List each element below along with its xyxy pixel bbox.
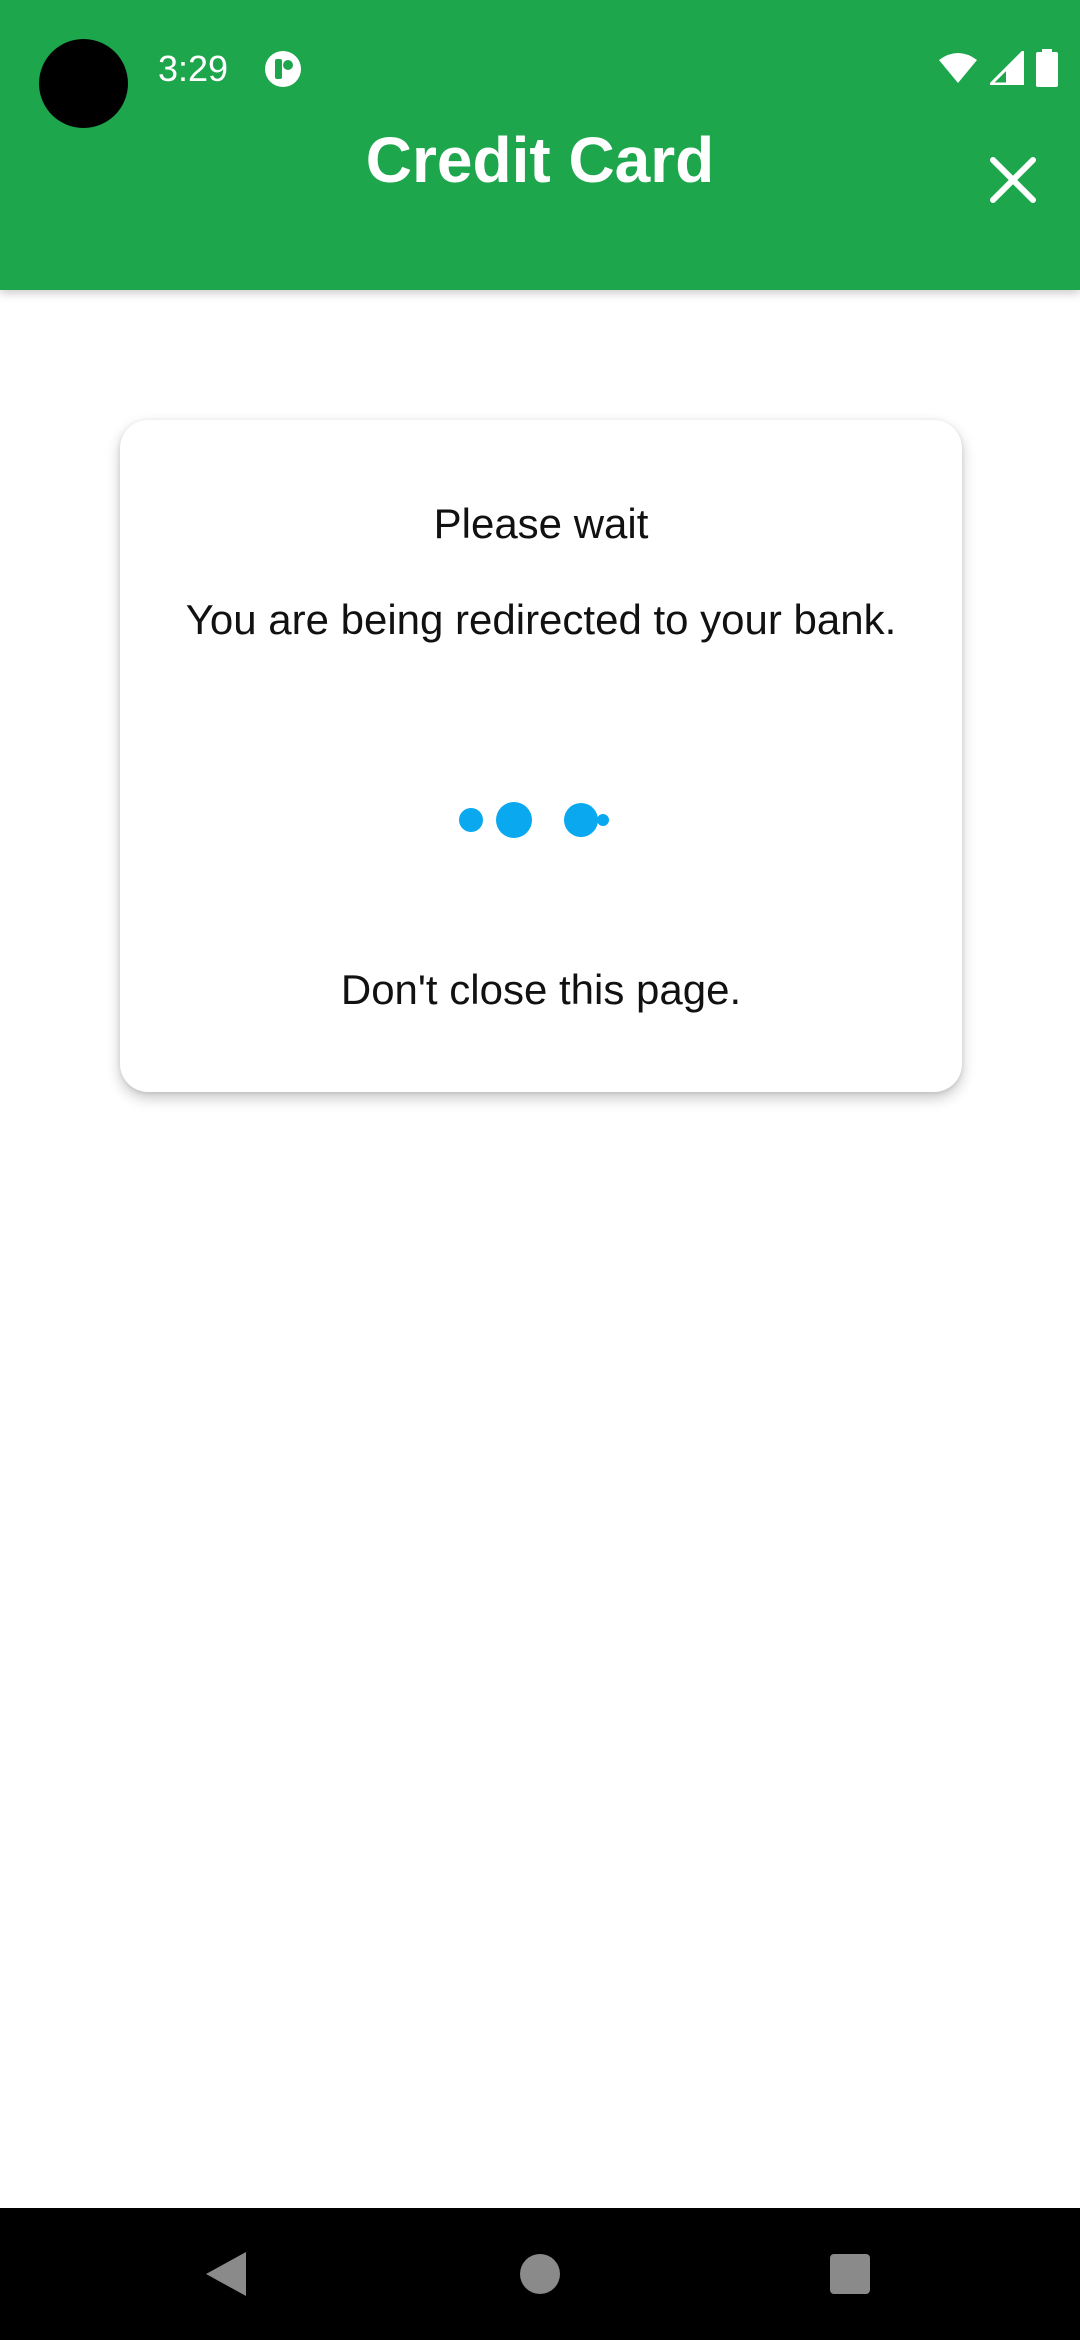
loader-dot-3: [564, 803, 598, 837]
status-time: 3:29: [158, 48, 229, 89]
loader-dot-2: [496, 802, 532, 838]
notification-app-icon: [265, 51, 301, 87]
top-app-bar: 3:29 Credit Card: [0, 0, 1080, 290]
loader-dot-4: [597, 814, 609, 826]
wifi-icon: [939, 53, 977, 83]
back-icon: [206, 2252, 246, 2296]
dont-close-warning: Don't close this page.: [340, 966, 742, 1013]
screen: 3:29 Credit Card Please wait You are bei…: [0, 0, 1080, 2340]
battery-icon: [1036, 49, 1058, 87]
recents-icon: [830, 2254, 870, 2294]
nav-back-button[interactable]: [166, 2208, 286, 2340]
home-icon: [520, 2254, 560, 2294]
page-title: Credit Card: [365, 124, 715, 196]
loading-dots-icon: [459, 802, 609, 838]
please-wait-heading: Please wait: [433, 500, 649, 547]
nav-recents-button[interactable]: [790, 2208, 910, 2340]
close-icon: [990, 157, 1036, 203]
status-icons: [938, 48, 1058, 88]
cell-signal-icon: [990, 51, 1024, 85]
redirect-message: You are being redirected to your bank.: [185, 596, 897, 643]
close-button[interactable]: [968, 135, 1058, 225]
loader-dot-1: [459, 808, 483, 832]
redirect-card: Please wait You are being redirected to …: [120, 420, 962, 1092]
nav-home-button[interactable]: [480, 2208, 600, 2340]
system-nav-bar: [0, 2208, 1080, 2340]
